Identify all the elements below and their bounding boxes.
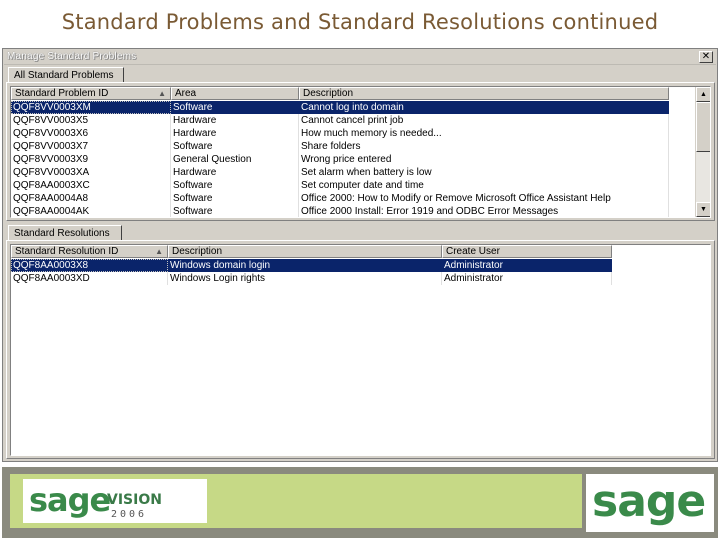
- sort-ascending-icon: ▲: [158, 89, 166, 98]
- arrow-down-icon: ▼: [700, 206, 707, 213]
- arrow-up-icon: ▲: [700, 91, 707, 98]
- window-titlebar[interactable]: Manage Standard Problems ✕: [4, 50, 716, 65]
- resolutions-grid: Standard Resolution ID ▲ Description Cre…: [10, 244, 711, 456]
- problems-header: Standard Problem ID ▲ Area Description: [11, 87, 669, 100]
- table-row[interactable]: QQF8VV0003X6 Hardware How much memory is…: [11, 127, 669, 140]
- table-row[interactable]: QQF8VV0003X7 Software Share folders: [11, 140, 669, 153]
- problems-panel: Standard Problem ID ▲ Area Description Q…: [6, 82, 715, 221]
- table-row[interactable]: QQF8AA0003XD Windows Login rights Admini…: [11, 272, 612, 285]
- scroll-down-button[interactable]: ▼: [696, 202, 710, 217]
- footer-branding: sage VISION 2006 sage: [2, 467, 718, 538]
- table-row[interactable]: QQF8VV0003XA Hardware Set alarm when bat…: [11, 166, 669, 179]
- column-header-area[interactable]: Area: [171, 87, 299, 100]
- table-row[interactable]: QQF8VV0003XM Software Cannot log into do…: [11, 101, 669, 114]
- column-header-create-user[interactable]: Create User: [442, 245, 612, 258]
- sage-vision-2006-logo: sage VISION 2006: [23, 479, 207, 523]
- window-title: Manage Standard Problems: [7, 51, 137, 62]
- table-row[interactable]: QQF8AA0003XC Software Set computer date …: [11, 179, 669, 192]
- manage-standard-problems-window: Manage Standard Problems ✕ All Standard …: [2, 48, 718, 462]
- resolutions-panel: Standard Resolution ID ▲ Description Cre…: [6, 240, 715, 459]
- table-row[interactable]: QQF8VV0003X5 Hardware Cannot cancel prin…: [11, 114, 669, 127]
- column-header-description[interactable]: Description: [168, 245, 442, 258]
- close-icon: ✕: [701, 51, 711, 62]
- problems-vertical-scrollbar[interactable]: ▲ ▼: [695, 87, 710, 217]
- tab-label: Standard Resolutions: [14, 228, 110, 239]
- vision-wordmark: VISION: [107, 492, 162, 508]
- sort-ascending-icon: ▲: [155, 247, 163, 256]
- problems-grid: Standard Problem ID ▲ Area Description Q…: [10, 86, 711, 218]
- table-row[interactable]: QQF8AA0003X8 Windows domain login Admini…: [11, 259, 612, 272]
- column-header-standard-problem-id[interactable]: Standard Problem ID ▲: [11, 87, 171, 100]
- sage-wordmark-large: sage: [592, 476, 706, 527]
- column-header-standard-resolution-id[interactable]: Standard Resolution ID ▲: [11, 245, 168, 258]
- sage-logo: sage: [586, 474, 714, 532]
- close-button[interactable]: ✕: [699, 51, 713, 63]
- resolutions-header: Standard Resolution ID ▲ Description Cre…: [11, 245, 612, 258]
- footer-band: sage VISION 2006: [10, 474, 582, 528]
- column-header-description[interactable]: Description: [299, 87, 669, 100]
- logo-year: 2006: [111, 509, 148, 520]
- tab-label: All Standard Problems: [14, 70, 114, 81]
- table-row[interactable]: QQF8AA0004A8 Software Office 2000: How t…: [11, 192, 669, 205]
- sage-wordmark: sage: [29, 481, 111, 519]
- scrollbar-thumb[interactable]: [696, 102, 710, 152]
- tab-all-standard-problems[interactable]: All Standard Problems: [8, 67, 124, 83]
- slide-title: Standard Problems and Standard Resolutio…: [61, 10, 659, 34]
- table-row[interactable]: QQF8VV0003X9 General Question Wrong pric…: [11, 153, 669, 166]
- tab-standard-resolutions[interactable]: Standard Resolutions: [8, 225, 122, 241]
- scroll-up-button[interactable]: ▲: [696, 87, 710, 102]
- table-row[interactable]: QQF8AA0004AK Software Office 2000 Instal…: [11, 205, 669, 217]
